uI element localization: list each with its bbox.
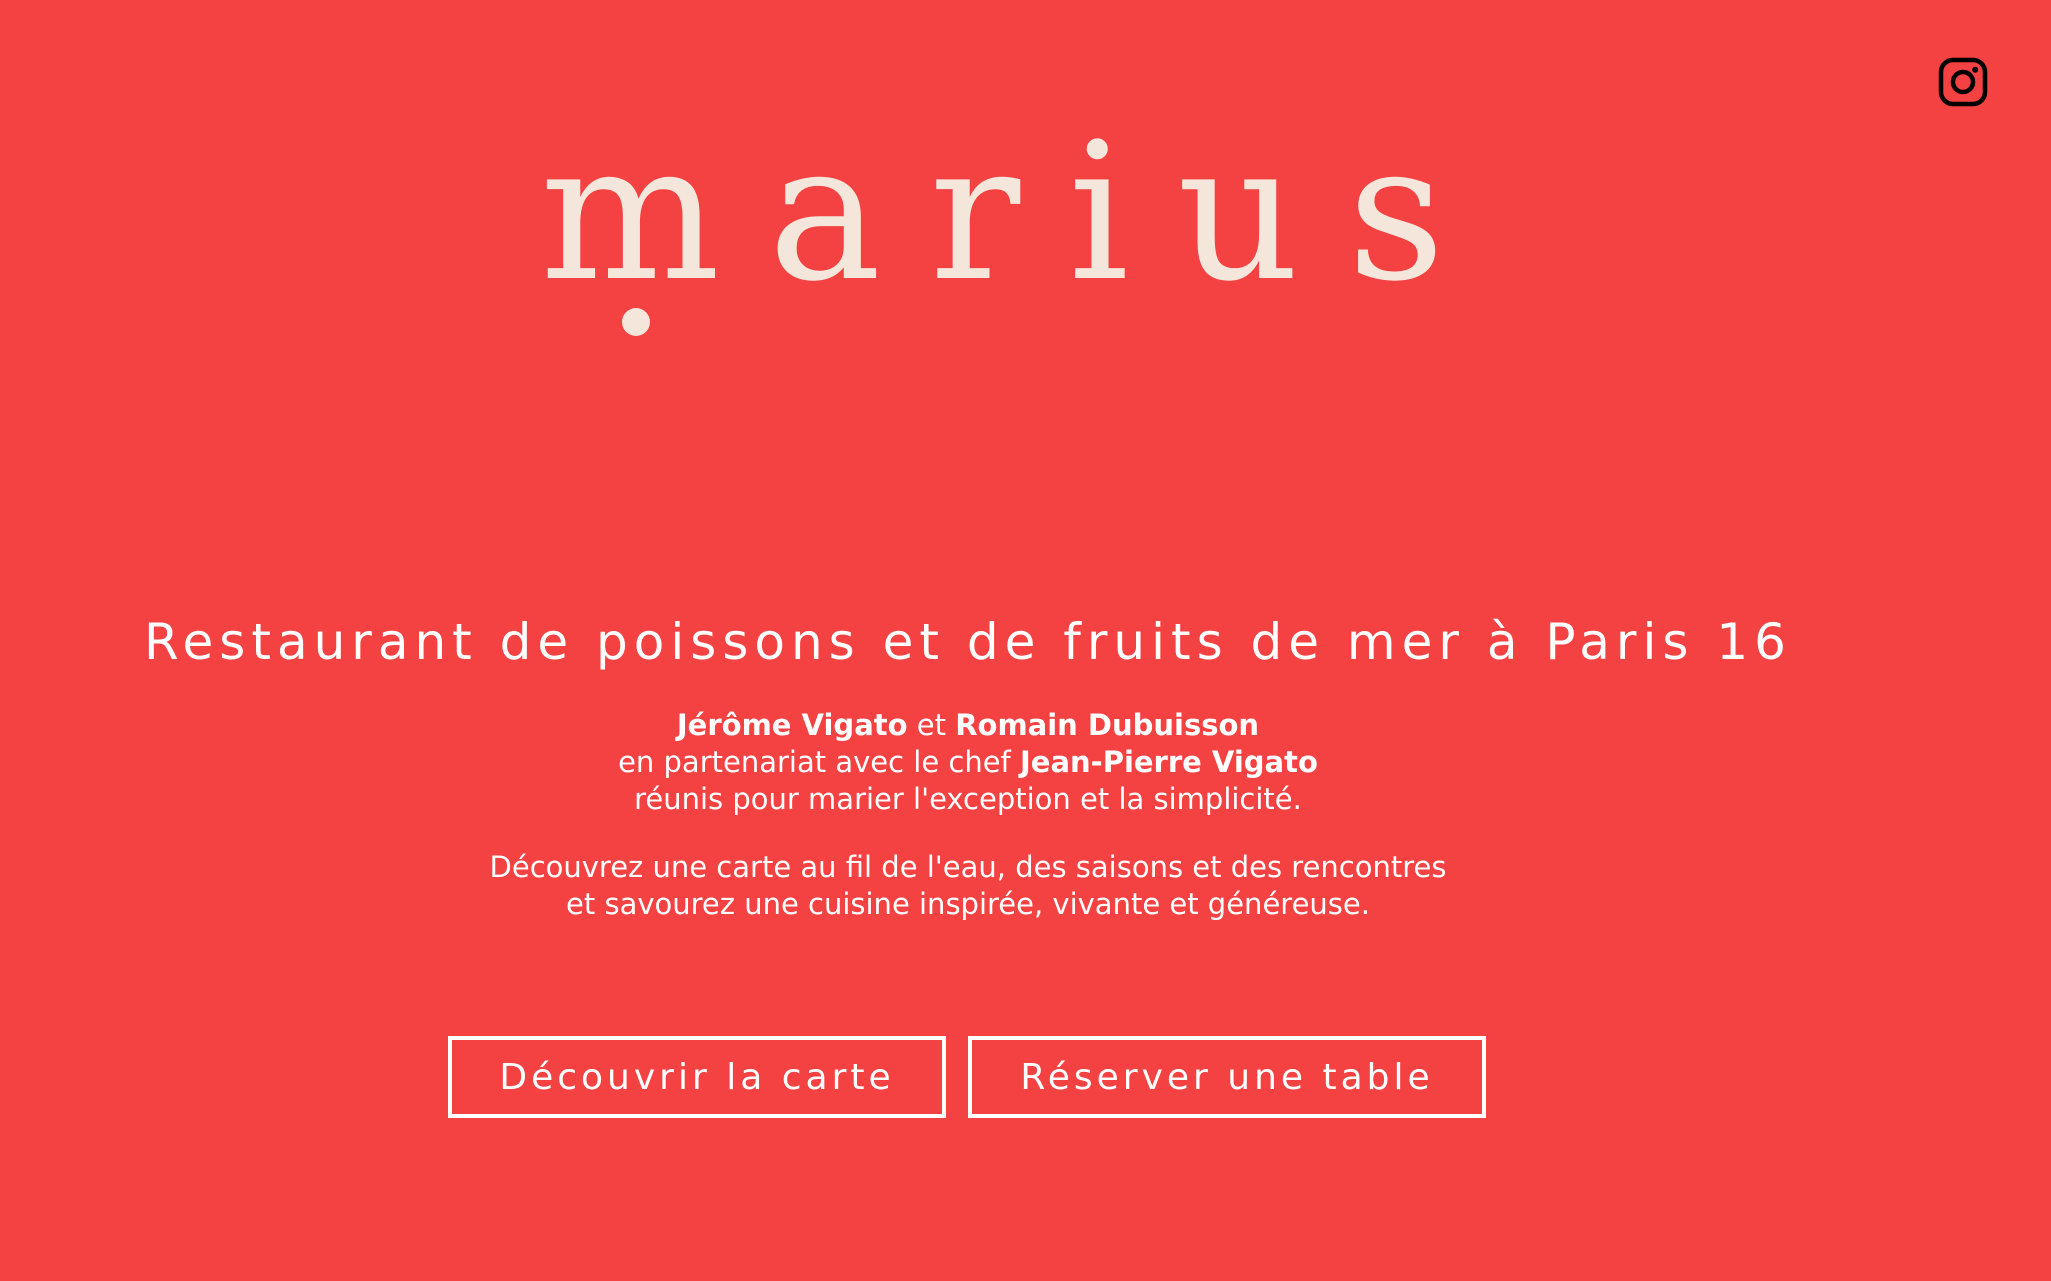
intro-line-3: réunis pour marier l'exception et la sim… (634, 782, 1302, 816)
intro-line-2: en partenariat avec le chef Jean-Pierre … (0, 744, 1936, 781)
page-title: Restaurant de poissons et de fruits de m… (144, 613, 1792, 671)
book-table-button[interactable]: Réserver une table (968, 1036, 1486, 1118)
intro-connector: et (916, 708, 946, 742)
discover-line-1: Découvrez une carte au fil de l'eau, des… (489, 850, 1447, 884)
discover-line-2: et savourez une cuisine inspirée, vivant… (566, 887, 1370, 921)
intro-line-2-prefix: en partenariat avec le chef (618, 745, 1011, 779)
chef-name: Jean-Pierre Vigato (1019, 745, 1318, 779)
logo-dot (622, 308, 650, 336)
owner-name-2: Romain Dubuisson (955, 708, 1260, 742)
discover-paragraph: Découvrez une carte au fil de l'eau, des… (0, 849, 1936, 923)
page: marius Restaurant de poissons et de frui… (0, 0, 2051, 1281)
intro-paragraph: Jérôme Vigato et Romain Dubuisson en par… (0, 707, 1936, 818)
owner-name-1: Jérôme Vigato (676, 708, 908, 742)
intro-line-1: Jérôme Vigato et Romain Dubuisson (0, 707, 1936, 744)
logo[interactable]: marius (540, 118, 1445, 348)
instagram-icon[interactable] (1938, 57, 1988, 107)
logo-text: marius (540, 102, 1493, 323)
discover-menu-button[interactable]: Découvrir la carte (448, 1036, 946, 1118)
